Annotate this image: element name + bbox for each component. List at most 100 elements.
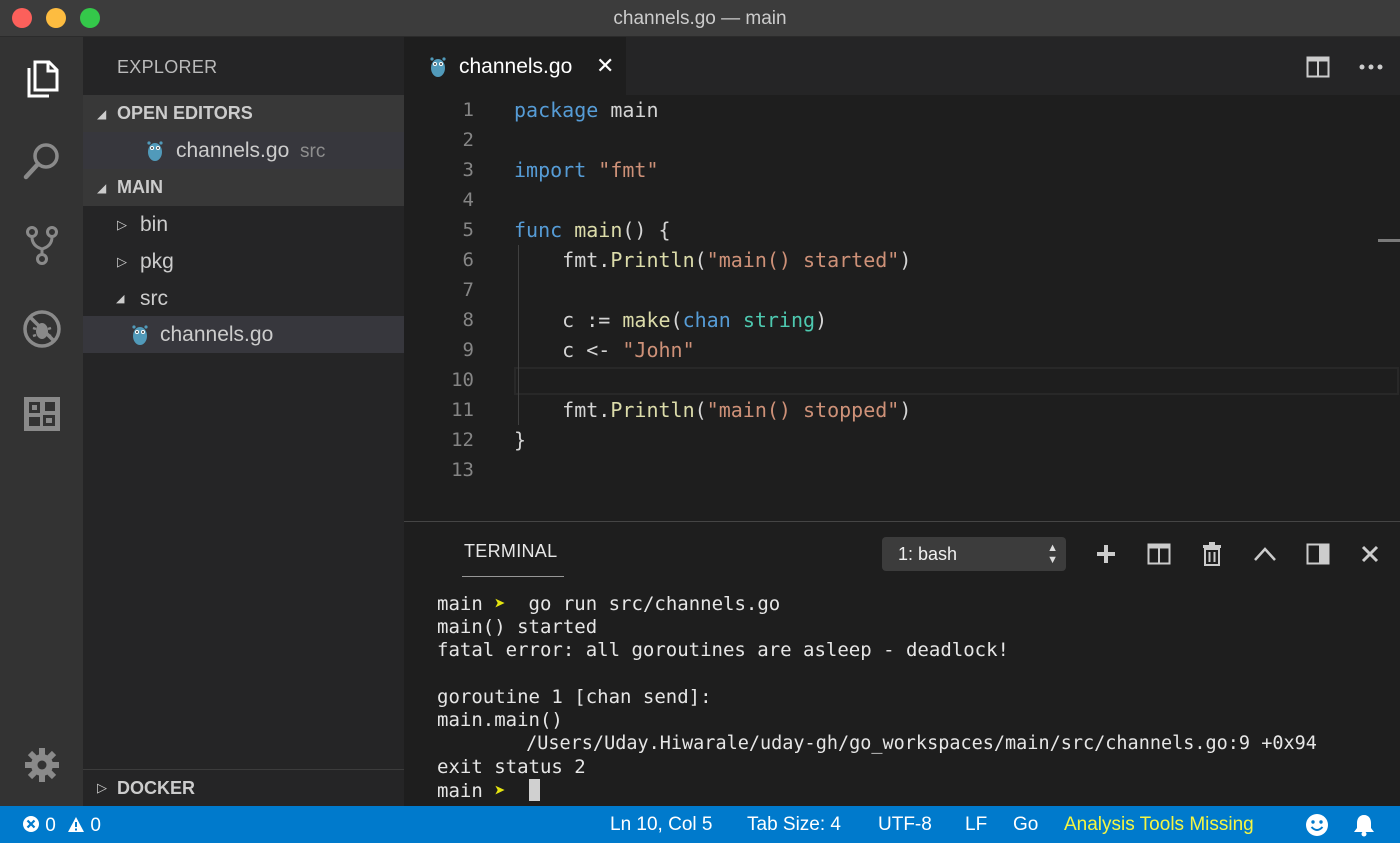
code-line-6: fmt.Println("main() started") — [514, 248, 912, 272]
terminal-line: main() started — [437, 616, 598, 638]
current-line-highlight — [514, 367, 1399, 395]
tab-terminal[interactable]: TERMINAL — [464, 541, 557, 562]
language-mode[interactable]: Go — [1013, 814, 1038, 836]
trash-icon[interactable] — [1198, 540, 1226, 568]
open-editors-header[interactable]: ◢ OPEN EDITORS — [83, 95, 404, 132]
line-number: 13 — [451, 459, 474, 481]
tab-label: channels.go — [459, 55, 573, 78]
end-of-line[interactable]: LF — [965, 814, 987, 836]
prompt-arrow-icon: ➤ — [494, 780, 506, 802]
scrollbar-marker[interactable] — [1378, 239, 1400, 242]
explorer-icon[interactable] — [20, 56, 64, 100]
search-icon[interactable] — [20, 139, 64, 183]
line-number: 2 — [462, 129, 474, 151]
settings-gear-icon[interactable] — [20, 743, 64, 787]
analysis-tools-warning[interactable]: Analysis Tools Missing — [1064, 814, 1254, 836]
expanded-triangle-icon: ◢ — [116, 293, 125, 305]
tab-close-icon[interactable]: ✕ — [596, 53, 614, 79]
tree-item-channels-go[interactable]: channels.go — [83, 316, 404, 353]
warning-count: 0 — [90, 815, 101, 836]
explorer-sidebar: EXPLORER ◢ OPEN EDITORS channels.go src … — [83, 37, 404, 806]
active-tab-underline — [462, 576, 564, 577]
tab-size[interactable]: Tab Size: 4 — [747, 814, 841, 836]
terminal-cursor — [528, 779, 540, 801]
code-line-1: package main — [514, 98, 659, 122]
more-actions-icon[interactable] — [1358, 56, 1384, 78]
close-panel-icon[interactable] — [1356, 540, 1384, 568]
collapsed-triangle-icon: ▷ — [117, 253, 127, 269]
docker-label: DOCKER — [117, 777, 196, 798]
warning-icon — [68, 817, 85, 832]
line-number: 5 — [462, 219, 474, 241]
error-icon — [23, 816, 39, 832]
code-line-5: func main() { — [514, 218, 671, 242]
editor-area: channels.go ✕ 1 2 3 4 5 6 7 8 9 10 11 12… — [404, 37, 1400, 521]
terminal-line: main ➤ — [437, 779, 540, 803]
line-number: 10 — [451, 369, 474, 391]
terminal-line: goroutine 1 [chan send]: — [437, 686, 712, 708]
file-encoding[interactable]: UTF-8 — [878, 814, 932, 836]
main-folder-header[interactable]: ◢ MAIN — [83, 169, 404, 206]
error-count: 0 — [45, 815, 56, 836]
tree-item-label: bin — [140, 212, 169, 236]
terminal-line: main ➤ go run src/channels.go — [437, 592, 780, 616]
open-editor-filename: channels.go — [176, 138, 290, 162]
tree-item-label: src — [140, 286, 168, 310]
line-number: 1 — [462, 99, 474, 121]
terminal-line: main.main() — [437, 709, 563, 731]
terminal-line: fatal error: all goroutines are asleep -… — [437, 639, 1009, 661]
expanded-triangle-icon: ◢ — [97, 180, 107, 195]
open-editors-label: OPEN EDITORS — [117, 103, 253, 123]
source-control-icon[interactable] — [20, 223, 64, 267]
go-file-icon — [132, 325, 148, 345]
debug-icon[interactable] — [20, 307, 64, 351]
terminal-prompt: main — [437, 593, 483, 615]
line-number: 7 — [462, 279, 474, 301]
terminal-select-value: 1: bash — [898, 544, 958, 564]
go-file-icon — [430, 57, 446, 77]
terminal-command: go run src/channels.go — [505, 593, 781, 615]
activity-bar — [0, 37, 83, 806]
tree-item-bin[interactable]: ▷ bin — [83, 206, 404, 243]
line-number: 9 — [462, 339, 474, 361]
notifications-bell-icon[interactable] — [1353, 813, 1375, 843]
cursor-position[interactable]: Ln 10, Col 5 — [610, 814, 712, 836]
code-line-3: import "fmt" — [514, 158, 659, 182]
split-editor-icon[interactable] — [1306, 56, 1330, 78]
tree-item-label: channels.go — [160, 322, 274, 346]
line-number: 4 — [462, 189, 474, 211]
maximize-panel-chevron-up-icon[interactable] — [1251, 540, 1279, 568]
go-file-icon — [147, 141, 163, 161]
line-number: 8 — [462, 309, 474, 331]
title-bar: channels.go — main — [0, 0, 1400, 37]
code-line-12: } — [514, 428, 527, 452]
line-number: 3 — [462, 159, 474, 181]
tree-item-label: pkg — [140, 249, 174, 273]
open-editor-item-channels-go[interactable]: channels.go src — [83, 132, 404, 169]
docker-header[interactable]: ▷ DOCKER — [83, 769, 404, 806]
select-arrows-icon: ▲ ▼ — [1047, 542, 1058, 566]
editor-tab-bar: channels.go ✕ — [404, 37, 1400, 95]
extensions-icon[interactable] — [20, 391, 64, 435]
main-folder-label: MAIN — [117, 177, 163, 197]
new-terminal-plus-icon[interactable] — [1092, 540, 1120, 568]
status-bar: 0 0 Ln 10, Col 5 Tab Size: 4 UTF-8 LF Go… — [0, 806, 1400, 843]
feedback-smiley-icon[interactable] — [1305, 813, 1329, 843]
code-line-9: c <- "John" — [514, 338, 695, 362]
terminal-select-dropdown[interactable]: 1: bash ▲ ▼ — [882, 537, 1066, 571]
split-terminal-icon[interactable] — [1145, 540, 1173, 568]
problems-indicator[interactable]: 0 0 — [22, 815, 101, 837]
terminal-line: exit status 2 — [437, 756, 586, 778]
line-number: 12 — [451, 429, 474, 451]
explorer-title: EXPLORER — [117, 57, 218, 77]
tree-item-pkg[interactable]: ▷ pkg — [83, 243, 404, 280]
tree-item-src[interactable]: ◢ src — [83, 280, 404, 317]
prompt-arrow-icon: ➤ — [494, 593, 506, 615]
collapsed-triangle-icon: ▷ — [117, 216, 127, 232]
editor-tab-channels-go[interactable]: channels.go ✕ — [404, 37, 626, 95]
toggle-panel-position-icon[interactable] — [1304, 540, 1332, 568]
terminal-input — [506, 780, 529, 802]
terminal-prompt: main — [437, 780, 483, 802]
code-line-11: fmt.Println("main() stopped") — [514, 398, 912, 422]
line-number: 6 — [462, 249, 474, 271]
